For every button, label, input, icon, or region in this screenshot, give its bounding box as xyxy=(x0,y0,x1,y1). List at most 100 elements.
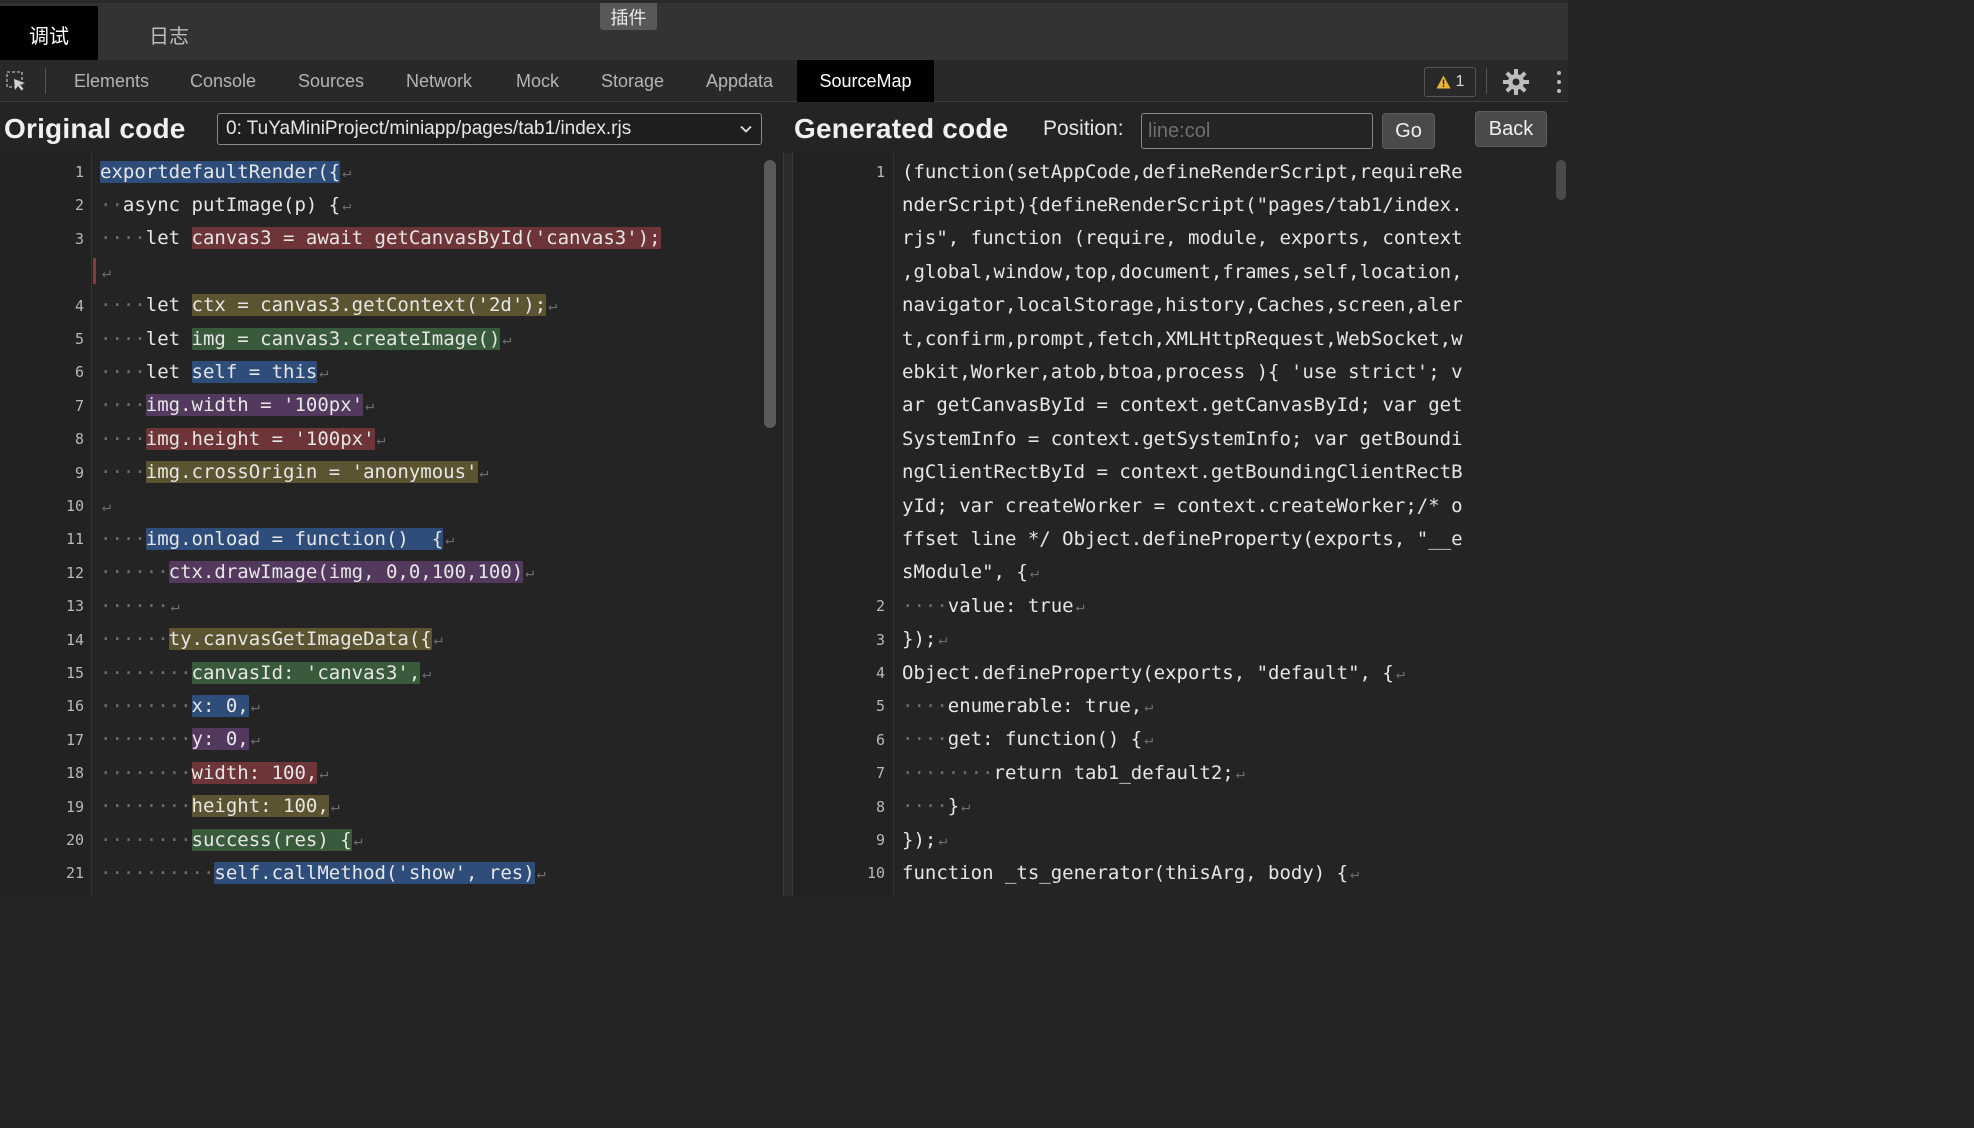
line-number: 7 xyxy=(875,764,885,783)
tab-sources[interactable]: Sources xyxy=(280,60,382,102)
code-line[interactable]: ↵ xyxy=(100,489,111,522)
mapped-segment[interactable]: img.onload = function() { xyxy=(145,527,444,550)
tab-appdata[interactable]: Appdata xyxy=(688,60,791,102)
code-line[interactable]: ········ x: 0, ↵ xyxy=(100,689,260,722)
code-line[interactable]: ·· async putImage(p) {↵ xyxy=(100,188,351,221)
code-line[interactable]: ········ success(res) {↵ xyxy=(100,823,363,856)
code-line[interactable]: ···· let ctx = canvas3.getContext('2d'); ↵ xyxy=(100,289,557,322)
code-line[interactable]: ffset line */ Object.defineProperty(expo… xyxy=(902,522,1463,555)
code-line[interactable]: ······ ↵ xyxy=(100,589,180,622)
mapped-segment[interactable]: height: 100, xyxy=(191,795,329,818)
mapped-segment[interactable]: img = canvas3.createImage() xyxy=(191,327,501,350)
mapped-segment[interactable]: self = this xyxy=(191,360,318,383)
mapped-segment[interactable]: default xyxy=(168,160,249,183)
mapped-segment[interactable]: canvas3 = await getCanvasById('canvas3')… xyxy=(191,227,661,250)
code-line[interactable]: SystemInfo = context.getSystemInfo; var … xyxy=(902,422,1463,455)
tab-console[interactable]: Console xyxy=(172,60,274,102)
gear-icon[interactable] xyxy=(1502,68,1530,96)
mapped-segment[interactable]: width: 100, xyxy=(191,761,318,784)
code-line[interactable]: function _ts_generator(thisArg, body) {↵ xyxy=(902,856,1359,889)
tab-mock[interactable]: Mock xyxy=(498,60,577,102)
tab-storage[interactable]: Storage xyxy=(583,60,682,102)
whitespace-marker: ······ xyxy=(100,628,169,651)
wrap-indicator xyxy=(93,258,96,285)
original-code-pane[interactable]: 1 export default Render({↵ 2 ·· async putIma… xyxy=(0,153,783,896)
code-line[interactable]: ····} ↵ xyxy=(902,790,970,823)
mapped-segment[interactable]: Render({ xyxy=(248,160,341,183)
original-scrollbar[interactable] xyxy=(764,160,776,428)
whitespace-marker: ···· xyxy=(902,728,948,751)
code-line[interactable]: export default Render({↵ xyxy=(100,155,351,188)
go-button[interactable]: Go xyxy=(1382,113,1435,149)
code-line[interactable]: navigator,localStorage,history,Caches,sc… xyxy=(902,289,1463,322)
code-line[interactable]: ···· img.crossOrigin = 'anonymous' ↵ xyxy=(100,456,489,489)
tab-network[interactable]: Network xyxy=(388,60,490,102)
mapped-segment[interactable]: x: 0, xyxy=(191,694,249,717)
mapped-segment[interactable]: ctx.drawImage(img, 0,0,100,100) xyxy=(168,561,524,584)
code-line[interactable]: ↵ xyxy=(100,255,111,288)
mapped-segment[interactable]: export xyxy=(100,160,169,183)
mapped-segment[interactable]: self.callMethod('show', res) xyxy=(214,861,535,884)
code-line[interactable]: ···· value: true ↵ xyxy=(902,589,1085,622)
tab-debug[interactable]: 调试 xyxy=(0,6,98,63)
whitespace-marker: ········ xyxy=(100,828,192,851)
mapped-segment[interactable]: img.width = '100px' xyxy=(145,394,364,417)
mapped-segment[interactable]: img.height = '100px' xyxy=(145,427,375,450)
code-line[interactable]: }); ↵ xyxy=(902,623,947,656)
code-line[interactable]: ···· img.height = '100px' ↵ xyxy=(100,422,386,455)
kebab-menu-icon[interactable] xyxy=(1552,68,1566,96)
mapped-segment[interactable]: img.crossOrigin = 'anonymous' xyxy=(145,461,478,484)
pane-divider[interactable] xyxy=(783,153,793,896)
code-line[interactable]: sModule", {↵ xyxy=(902,556,1039,589)
code-line[interactable]: ar getCanvasById = context.getCanvasById… xyxy=(902,389,1463,422)
generated-code-pane[interactable]: 1 (function(setAppCode,defineRenderScript… xyxy=(793,153,1568,896)
code-line[interactable]: ········ height: 100, ↵ xyxy=(100,790,340,823)
code-line[interactable]: }); ↵ xyxy=(902,823,947,856)
code-line[interactable]: ········ canvasId: 'canvas3', ↵ xyxy=(100,656,431,689)
back-button[interactable]: Back xyxy=(1475,111,1547,147)
whitespace-marker: ···· xyxy=(902,594,948,617)
plugin-button[interactable]: 插件 xyxy=(600,3,657,30)
code-line[interactable]: ········ y: 0, ↵ xyxy=(100,723,260,756)
warning-count: 1 xyxy=(1455,73,1465,90)
code-line[interactable]: ······ ctx.drawImage(img, 0,0,100,100) ↵ xyxy=(100,556,534,589)
mapped-segment[interactable]: y: 0, xyxy=(191,728,249,751)
mapped-segment[interactable]: success(res) { xyxy=(191,828,352,851)
line-number: 5 xyxy=(875,697,885,716)
code-line[interactable]: (function(setAppCode,defineRenderScript,… xyxy=(902,155,1463,188)
code-line[interactable]: ebkit,Worker,atob,btoa,process ){ 'use s… xyxy=(902,355,1463,388)
code-line[interactable]: ···· img.onload = function() {↵ xyxy=(100,522,454,555)
code-line[interactable]: ········ width: 100, ↵ xyxy=(100,756,328,789)
whitespace-marker: ···· xyxy=(100,461,146,484)
code-line[interactable]: ngClientRectById = context.getBoundingCl… xyxy=(902,456,1463,489)
line-number: 1 xyxy=(74,163,84,181)
position-input[interactable] xyxy=(1141,113,1373,149)
code-line[interactable]: nderScript){defineRenderScript("pages/ta… xyxy=(902,188,1463,221)
code-line[interactable]: rjs", function (require, module, exports… xyxy=(902,222,1463,255)
code-line[interactable]: ·········· self.callMethod('show', res) ↵ xyxy=(100,856,546,889)
tab-log[interactable]: 日志 xyxy=(120,6,218,63)
line-break-marker: ↵ xyxy=(1395,663,1405,682)
code-line[interactable]: ···· enumerable: true, ↵ xyxy=(902,689,1153,722)
source-file-select[interactable]: 0: TuYaMiniProject/miniapp/pages/tab1/in… xyxy=(217,113,762,145)
code-line[interactable]: ···· let img = canvas3.createImage() ↵ xyxy=(100,322,511,355)
code-line[interactable]: ···· let self = this ↵ xyxy=(100,355,328,388)
tab-elements[interactable]: Elements xyxy=(56,60,167,102)
code-line[interactable]: ···· get: function() {↵ xyxy=(902,723,1153,756)
line-break-marker: ↵ xyxy=(433,630,443,649)
code-line[interactable]: Object.defineProperty(exports, "default"… xyxy=(902,656,1405,689)
generated-scrollbar[interactable] xyxy=(1556,160,1566,200)
tab-sourcemap[interactable]: SourceMap xyxy=(797,60,934,102)
mapped-segment[interactable]: ctx = canvas3.getContext('2d'); xyxy=(191,294,547,317)
mapped-segment[interactable]: canvasId: 'canvas3', xyxy=(191,661,421,684)
code-line[interactable]: t,confirm,prompt,fetch,XMLHttpRequest,We… xyxy=(902,322,1463,355)
code-line[interactable]: ···· let canvas3 = await getCanvasById('c… xyxy=(100,222,661,255)
code-line[interactable]: ···· img.width = '100px' ↵ xyxy=(100,389,374,422)
warnings-badge[interactable]: 1 xyxy=(1424,67,1476,97)
code-line[interactable]: ······ ty.canvasGetImageData({↵ xyxy=(100,623,443,656)
mapped-segment[interactable]: ty.canvasGetImageData({ xyxy=(168,628,432,651)
code-line[interactable]: yId; var createWorker = context.createWo… xyxy=(902,489,1463,522)
inspect-cursor-icon[interactable] xyxy=(4,69,30,95)
code-line[interactable]: ········ return tab1_default2; ↵ xyxy=(902,756,1245,789)
code-line[interactable]: ,global,window,top,document,frames,self,… xyxy=(902,255,1463,288)
